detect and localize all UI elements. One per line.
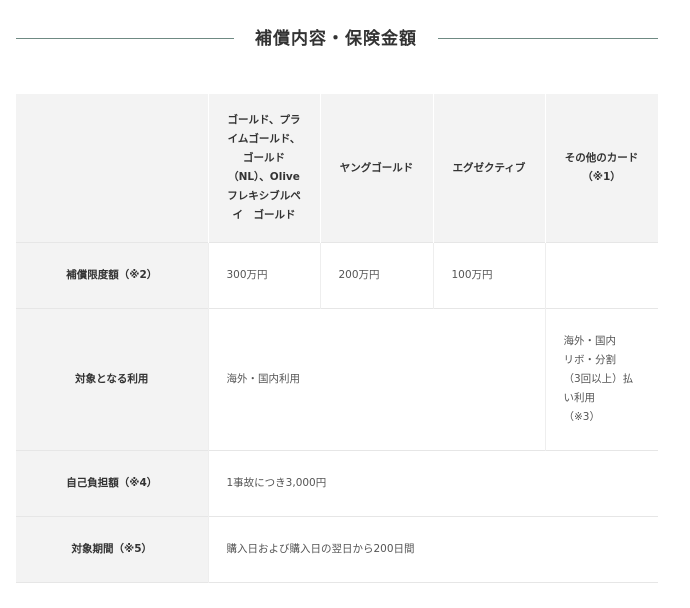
table-row: 対象となる利用 海外・国内利用 海外・国内 リボ・分割 （3回以上）払 い利用 （※3） <box>16 308 658 451</box>
usage-other-value: 海外・国内 リボ・分割 （3回以上）払 い利用 （※3） <box>544 308 658 451</box>
limit-other-value <box>544 242 658 309</box>
title-divider-right <box>438 38 658 39</box>
column-header-young-gold: ヤングゴールド <box>320 94 434 243</box>
deductible-value: 1事故につき3,000円 <box>207 450 658 517</box>
limit-executive-value: 100万円 <box>432 242 545 309</box>
row-header-usage: 対象となる利用 <box>16 308 208 451</box>
column-header-executive: エグゼクティブ <box>433 94 546 243</box>
limit-young-gold-value: 200万円 <box>319 242 433 309</box>
table-row: 補償限度額（※2） 300万円 200万円 100万円 <box>16 242 658 309</box>
row-header-limit: 補償限度額（※2） <box>16 242 208 309</box>
usage-main-value: 海外・国内利用 <box>207 308 545 451</box>
row-header-period: 対象期間（※5） <box>16 516 208 583</box>
section-title: 補償内容・保険金額 <box>255 29 417 49</box>
section-header: 補償内容・保険金額 <box>16 24 658 54</box>
limit-gold-value: 300万円 <box>207 242 320 309</box>
column-header-gold: ゴールド、プラ イムゴールド、 ゴールド （NL）、Olive フレキシブルペイ ゴール… <box>208 94 321 243</box>
period-value: 購入日および購入日の翌日から200日間 <box>207 516 658 583</box>
table-header-row: ゴールド、プラ イムゴールド、 ゴールド （NL）、Olive フレキシブルペイ ゴール… <box>16 94 659 243</box>
title-divider-left <box>16 38 234 39</box>
row-header-deductible: 自己負担額（※4） <box>16 450 208 517</box>
table-row: 自己負担額（※4） 1事故につき3,000円 <box>16 450 658 517</box>
column-header-other-cards: その他のカード （※1） <box>545 94 659 243</box>
coverage-table: ゴールド、プラ イムゴールド、 ゴールド （NL）、Olive フレキシブルペイ ゴール… <box>16 94 659 583</box>
table-corner-cell <box>16 94 209 243</box>
table-row: 対象期間（※5） 購入日および購入日の翌日から200日間 <box>16 516 658 583</box>
